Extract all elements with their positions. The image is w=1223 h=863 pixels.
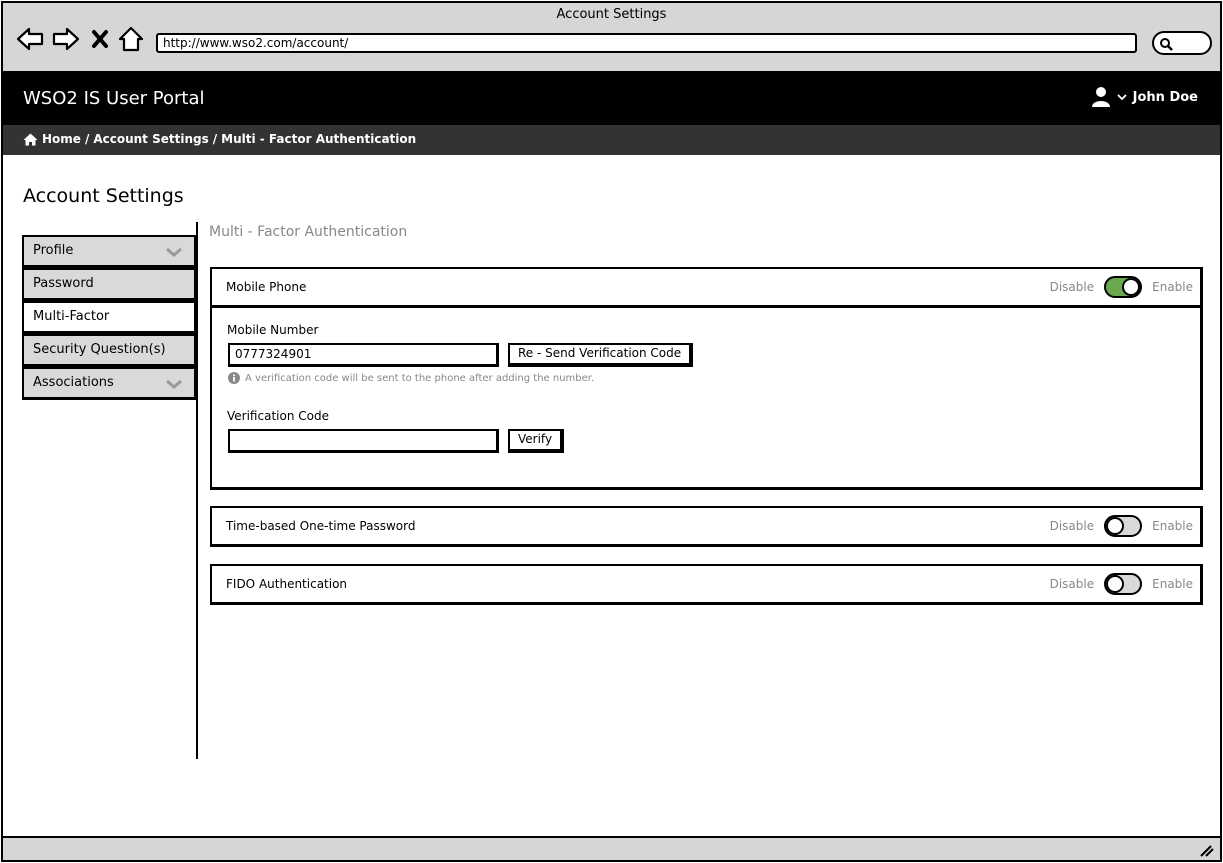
mobile-phone-toggle-group: Disable Enable [1050, 276, 1193, 298]
sidebar-item-label: Security Question(s) [33, 342, 166, 357]
breadcrumb-account-settings[interactable]: Account Settings [93, 132, 208, 146]
toggle-knob [1106, 575, 1125, 593]
disable-label: Disable [1049, 577, 1095, 591]
browser-toolbar: Account Settings http://www.wso2.com/acc… [3, 3, 1220, 73]
totp-panel: Time-based One-time Password Disable Ena… [210, 506, 1203, 547]
mobile-number-hint: A verification code will be sent to the … [228, 372, 594, 384]
user-menu[interactable]: John Doe [1091, 86, 1198, 108]
info-icon [228, 372, 240, 384]
user-name: John Doe [1132, 89, 1198, 105]
home-icon [23, 133, 38, 145]
sidebar: Profile Password Multi-Factor Authentica… [22, 235, 197, 400]
disable-label: Disable [1049, 280, 1095, 294]
address-bar[interactable]: http://www.wso2.com/account/ [156, 33, 1137, 53]
status-bar [3, 836, 1220, 860]
home-button[interactable] [117, 25, 145, 53]
app-header: WSO2 IS User Portal John Doe [3, 73, 1220, 125]
page-title: Account Settings [23, 185, 184, 207]
fido-title: FIDO Authentication [226, 577, 348, 591]
hint-text: A verification code will be sent to the … [245, 372, 595, 384]
app-title: WSO2 IS User Portal [23, 88, 205, 109]
totp-toggle-group: Disable Enable [1050, 515, 1193, 537]
toggle-knob [1106, 517, 1125, 535]
totp-toggle[interactable] [1104, 515, 1143, 537]
enable-label: Enable [1152, 577, 1193, 591]
verification-code-label: Verification Code [227, 409, 329, 423]
verification-code-input[interactable] [228, 429, 499, 453]
sidebar-item-label: Password [33, 276, 94, 291]
forward-button[interactable] [51, 25, 81, 53]
browser-search-field[interactable] [1152, 31, 1212, 55]
mobile-phone-panel-body: Mobile Number 0777324901 Re - Send Verif… [210, 307, 1203, 490]
mobile-phone-panel-header: Mobile Phone Disable Enable [210, 267, 1203, 308]
home-icon [118, 26, 144, 52]
stop-button[interactable] [89, 25, 111, 53]
back-button[interactable] [15, 25, 45, 53]
sidebar-item-label: Profile [33, 243, 74, 258]
sidebar-item-profile[interactable]: Profile [22, 235, 197, 268]
user-icon [1091, 87, 1110, 107]
toggle-knob [1122, 278, 1141, 296]
chevron-down-icon [166, 247, 182, 257]
section-title: Multi - Factor Authentication [209, 224, 408, 240]
sidebar-item-label: Associations [33, 375, 114, 390]
resize-grip-icon[interactable] [1198, 843, 1214, 857]
breadcrumb-home[interactable]: Home [42, 132, 81, 146]
window-title: Account Settings [556, 7, 667, 22]
fido-toggle[interactable] [1104, 573, 1143, 595]
sidebar-item-multi-factor-authentication[interactable]: Multi-Factor Authentication [22, 301, 197, 352]
browser-window: Account Settings http://www.wso2.com/acc… [1, 1, 1222, 862]
sidebar-item-associations[interactable]: Associations [22, 367, 197, 400]
search-icon [1160, 38, 1173, 51]
mobile-phone-toggle[interactable] [1104, 276, 1143, 298]
enable-label: Enable [1152, 280, 1193, 294]
mobile-number-input[interactable]: 0777324901 [228, 343, 499, 367]
mobile-number-label: Mobile Number [227, 323, 319, 337]
mobile-phone-title: Mobile Phone [226, 280, 307, 294]
close-icon [92, 30, 108, 48]
breadcrumb-current: Multi - Factor Authentication [221, 132, 417, 146]
totp-title: Time-based One-time Password [226, 519, 416, 533]
arrow-right-icon [52, 27, 80, 51]
sidebar-divider [196, 222, 198, 759]
chevron-down-icon [166, 379, 182, 389]
breadcrumb: Home / Account Settings / Multi - Factor… [23, 132, 416, 146]
breadcrumb-separator: / [212, 132, 218, 146]
fido-panel: FIDO Authentication Disable Enable [210, 564, 1203, 605]
chevron-down-icon [1117, 94, 1127, 101]
fido-toggle-group: Disable Enable [1050, 573, 1193, 595]
sidebar-item-password[interactable]: Password [22, 268, 197, 301]
enable-label: Enable [1152, 519, 1193, 533]
disable-label: Disable [1049, 519, 1095, 533]
verify-button[interactable]: Verify [508, 429, 565, 453]
breadcrumb-bar: Home / Account Settings / Multi - Factor… [3, 125, 1220, 155]
sidebar-item-security-questions[interactable]: Security Question(s) [22, 334, 197, 367]
resend-verification-code-button[interactable]: Re - Send Verification Code [508, 343, 694, 367]
arrow-left-icon [16, 27, 44, 51]
breadcrumb-separator: / [84, 132, 90, 146]
